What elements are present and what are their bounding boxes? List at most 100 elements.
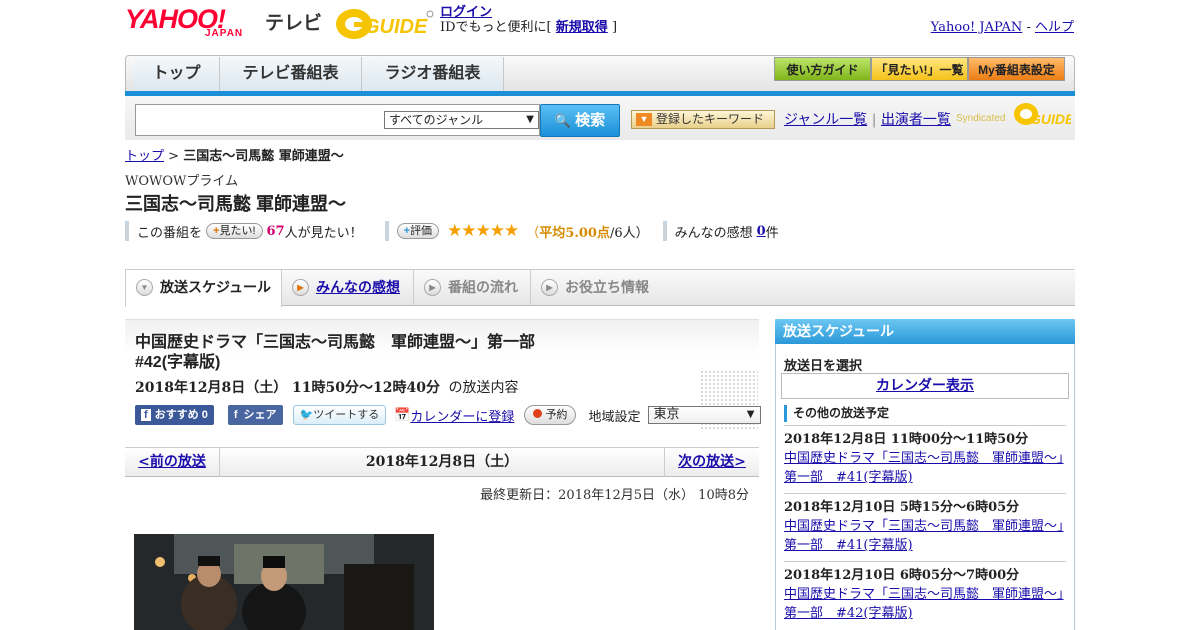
mitai-button-label: 見たい! xyxy=(219,225,256,237)
schedule-item-link[interactable]: 中国歴史ドラマ「三国志～司馬懿 軍師連盟～」第一部 #42(字幕版) xyxy=(784,587,1064,621)
search-button[interactable]: 🔍 検索 xyxy=(540,104,620,137)
login-block: ログイン IDでもっと便利に[ 新規取得 ] xyxy=(440,5,617,35)
twitter-bird-icon: 🐦 xyxy=(299,409,314,421)
login-link[interactable]: ログイン xyxy=(440,5,492,20)
schedule-item-time: 2018年12月10日 5時15分～6時05分 xyxy=(784,500,1020,515)
mitai-list-button[interactable]: 「見たい!」一覧 xyxy=(871,57,968,81)
rate-button-label: 評価 xyxy=(410,225,433,237)
mitai-button[interactable]: +見たい! xyxy=(206,223,263,239)
mitai-count: 67 xyxy=(266,223,285,239)
impressions-count-link[interactable]: 0 xyxy=(757,224,766,239)
select-date-label: 放送日を選択 xyxy=(784,359,863,374)
tab-useful-info: ▶ お役立ち情報 xyxy=(531,270,671,306)
genre-list-link[interactable]: ジャンル一覧 xyxy=(784,112,867,128)
nav-tab-radio-guide[interactable]: ラジオ番組表 xyxy=(362,57,504,91)
impressions-label: みんなの感想 xyxy=(674,225,753,241)
tab-schedule-label: 放送スケジュール xyxy=(160,279,272,295)
separator-bar xyxy=(384,221,389,241)
svg-text:GUIDE: GUIDE xyxy=(364,16,428,38)
svg-text:GUIDE: GUIDE xyxy=(1030,111,1071,127)
reserve-button[interactable]: 予約 xyxy=(524,405,577,425)
genre-selected-value: すべてのジャンル xyxy=(389,113,484,127)
impressions-unit: 件 xyxy=(765,225,779,241)
page-title: 三国志～司馬懿 軍師連盟～ xyxy=(125,194,346,214)
separator-bar xyxy=(662,221,667,241)
facebook-icon: f xyxy=(233,409,238,421)
syndicated-gguide-logo: Syndicated GUIDE xyxy=(956,103,1071,127)
tweet-button[interactable]: 🐦ツイートする xyxy=(292,405,387,425)
program-tab-row: ▼ 放送スケジュール ▶ みんなの感想 ▶ 番組の流れ ▶ お役立ち情報 xyxy=(125,269,1075,307)
breadcrumb-separator: > xyxy=(168,149,180,164)
tab-impressions-label: みんなの感想 xyxy=(316,279,400,295)
facebook-recommend-button[interactable]: f おすすめ 0 xyxy=(135,405,214,425)
genre-select[interactable]: すべてのジャンル ▼ xyxy=(384,111,539,129)
chevron-down-icon: ▼ xyxy=(136,279,153,296)
login-prompt: IDでもっと便利に[ xyxy=(440,20,552,35)
syndicated-text: Syndicated xyxy=(956,113,1005,124)
performer-list-link[interactable]: 出演者一覧 xyxy=(881,112,951,128)
prev-episode-link[interactable]: <前の放送 xyxy=(125,448,220,477)
schedule-item-link[interactable]: 中国歴史ドラマ「三国志～司馬懿 軍師連盟～」第一部 #41(字幕版) xyxy=(784,519,1064,553)
episode-still-image xyxy=(134,534,434,630)
nav-tab-tv-guide[interactable]: テレビ番組表 xyxy=(220,57,362,91)
avg-prefix: （ xyxy=(526,225,540,241)
play-icon: ▶ xyxy=(292,279,309,296)
nav-tab-top[interactable]: トップ xyxy=(134,57,220,91)
region-label: 地域設定 xyxy=(588,409,641,425)
episode-datetime-value: 2018年12月8日（土） 11時50分～12時40分 xyxy=(135,380,440,396)
tab-program-flow: ▶ 番組の流れ xyxy=(414,270,531,306)
avg-suffix: /6人） xyxy=(609,225,649,241)
signup-link[interactable]: 新規取得 xyxy=(556,20,608,35)
schedule-item-time: 2018年12月8日 11時00分～11時50分 xyxy=(784,432,1029,447)
channel-name: WOWOWプライム xyxy=(125,174,239,189)
next-episode-link[interactable]: 次の放送> xyxy=(664,448,759,477)
tab-flow-label: 番組の流れ xyxy=(448,279,518,295)
facebook-share-button[interactable]: f シェア xyxy=(227,405,283,425)
schedule-item-link[interactable]: 中国歴史ドラマ「三国志～司馬懿 軍師連盟～」第一部 #41(字幕版) xyxy=(784,451,1064,485)
registered-keyword-button[interactable]: ▼ 登録したキーワード xyxy=(631,110,775,129)
how-to-guide-button[interactable]: 使い方ガイド xyxy=(774,57,871,81)
help-link[interactable]: ヘルプ xyxy=(1035,20,1074,35)
tab-impressions[interactable]: ▶ みんなの感想 xyxy=(282,270,414,306)
play-icon: ▶ xyxy=(424,279,441,296)
record-dot-icon xyxy=(533,409,543,418)
separator-bar xyxy=(125,221,129,241)
schedule-item-time: 2018年12月10日 6時05分～7時00分 xyxy=(784,568,1020,583)
mitai-suffix: 人が見たい！ xyxy=(284,225,363,241)
episode-navigation: <前の放送 2018年12月8日（土） 次の放送> xyxy=(125,447,759,477)
tab-schedule[interactable]: ▼ 放送スケジュール xyxy=(125,270,282,307)
schedule-item: 2018年12月10日 5時15分～6時05分 中国歴史ドラマ「三国志～司馬懿 … xyxy=(784,493,1066,555)
episode-title-line2: #42(字幕版) xyxy=(135,354,221,371)
breadcrumb-top-link[interactable]: トップ xyxy=(125,149,164,164)
episode-title-line1: 中国歴史ドラマ「三国志～司馬懿 軍師連盟～」第一部 xyxy=(135,334,536,351)
average-score: 平均5.00点 xyxy=(539,225,610,241)
search-button-label: 検索 xyxy=(575,112,606,129)
breadcrumb: トップ > 三国志～司馬懿 軍師連盟～ xyxy=(125,145,344,164)
top-right-links: Yahoo! JAPAN - ヘルプ xyxy=(931,16,1074,35)
rate-button[interactable]: +評価 xyxy=(396,223,440,239)
calendar-display-button[interactable]: カレンダー表示 xyxy=(781,373,1069,399)
episode-datetime: 2018年12月8日（土） 11時50分～12時40分 の放送内容 xyxy=(135,377,518,397)
chevron-down-icon: ▼ xyxy=(526,114,534,125)
star-rating: ★★★★★ xyxy=(447,221,519,241)
calendar-register-link[interactable]: カレンダーに登録 xyxy=(410,406,514,425)
facebook-recommend-label: おすすめ 0 xyxy=(154,409,208,421)
yahoo-japan-link[interactable]: Yahoo! JAPAN xyxy=(931,20,1023,35)
tab-info-label: お役立ち情報 xyxy=(565,279,649,295)
episode-title: 中国歴史ドラマ「三国志～司馬懿 軍師連盟～」第一部 #42(字幕版) xyxy=(135,333,595,373)
share-row: f おすすめ 0 f シェア 🐦ツイートする 📅 カレンダーに登録 予約 地域設定 … xyxy=(135,405,762,425)
region-selected-value: 東京 xyxy=(653,407,680,422)
facebook-icon: f xyxy=(141,409,151,421)
this-program-label: この番組を xyxy=(137,225,203,241)
search-icon: 🔍 xyxy=(554,113,571,128)
last-updated: 最終更新日：2018年12月5日（水） 10時8分 xyxy=(480,488,749,503)
main-nav-bar: トップ テレビ番組表 ラジオ番組表 使い方ガイド 「見たい!」一覧 My番組表設… xyxy=(125,55,1075,91)
triangle-down-icon: ▼ xyxy=(636,113,652,126)
gguide-logo: GUIDE xyxy=(336,9,434,39)
region-select[interactable]: 東京 ▼ xyxy=(648,406,762,424)
search-links: ジャンル一覧 | 出演者一覧 xyxy=(784,109,951,129)
calendar-icon: 📅 xyxy=(394,407,411,423)
facebook-share-label: シェア xyxy=(243,409,277,421)
my-guide-settings-button[interactable]: My番組表設定 xyxy=(968,57,1065,81)
tv-logo-text[interactable]: テレビ xyxy=(265,8,322,35)
